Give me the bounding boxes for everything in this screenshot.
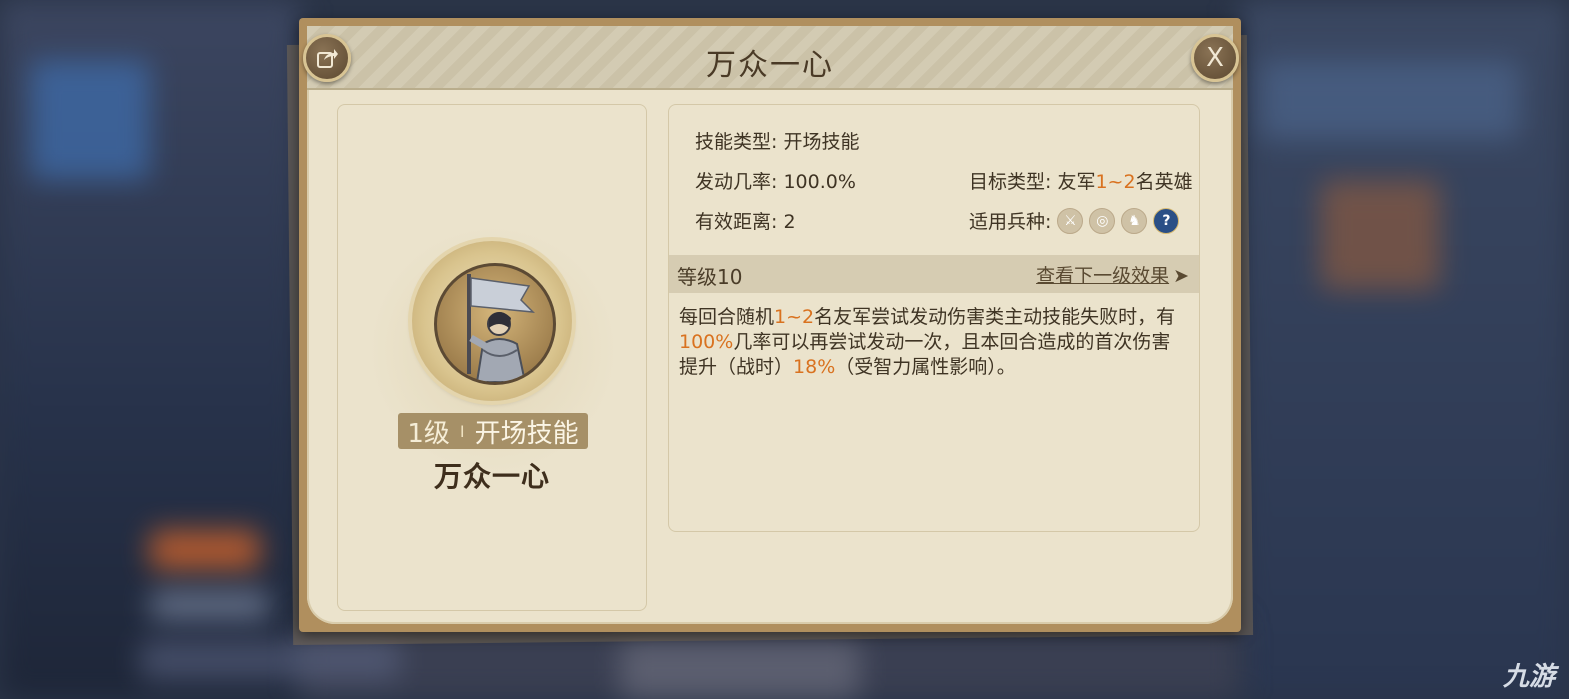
watermark-logo: 九游 — [1502, 662, 1555, 692]
target-suffix: 名英雄 — [1135, 171, 1193, 193]
description-highlight: 1~2 — [774, 306, 815, 328]
trigger-rate-value: 100.0% — [783, 171, 856, 193]
skill-level-badge: 1级 I 开场技能 — [398, 413, 588, 449]
dialog-body: 万众一心 1级 I 开场技能 万众一心 技能类型: 开场技能 发动几率: 100… — [303, 26, 1239, 624]
skill-details-panel: 技能类型: 开场技能 发动几率: 100.0% 目标类型: 友军1~2名英雄 有… — [668, 104, 1200, 532]
target-count: 1~2 — [1095, 171, 1136, 193]
skill-level-label: 等级10 — [677, 265, 743, 289]
trigger-rate-row: 发动几率: 100.0% — [695, 167, 856, 194]
effective-range-value: 2 — [783, 211, 796, 233]
description-text: （受智力属性影响）。 — [835, 356, 1016, 378]
skill-level: 1级 — [407, 418, 450, 449]
banner-knight-icon — [434, 263, 556, 385]
target-icon: ◎ — [1089, 207, 1116, 234]
horse-icon: ♞ — [1121, 207, 1148, 234]
trigger-rate-label: 发动几率: — [695, 171, 784, 193]
description-text: 每回合随机 — [679, 306, 775, 328]
close-icon: X — [1206, 43, 1224, 73]
arrow-right-icon: ➤ — [1173, 265, 1189, 287]
description-text: 名友军尝试发动伤害类主动技能失败时，有 — [814, 306, 1176, 328]
target-type-row: 目标类型: 友军1~2名英雄 — [969, 167, 1193, 194]
dialog-title: 万众一心 — [706, 48, 834, 83]
skill-icon — [412, 241, 572, 401]
sword-icon: ⚔ — [1057, 207, 1084, 234]
skill-badge-type: 开场技能 — [474, 418, 579, 449]
troop-types-row: 适用兵种: ⚔ ◎ ♞ ? — [969, 207, 1180, 234]
skill-dialog: 万众一心 1级 I 开场技能 万众一心 技能类型: 开场技能 发动几率: 100… — [299, 18, 1241, 632]
skill-description: 每回合随机1~2名友军尝试发动伤害类主动技能失败时，有100%几率可以再尝试发动… — [679, 305, 1189, 380]
badge-separator: I — [459, 421, 465, 441]
skill-portrait-panel: 1级 I 开场技能 万众一心 — [337, 104, 647, 611]
description-highlight: 18% — [793, 356, 836, 378]
share-button[interactable] — [303, 34, 351, 82]
skill-type-value: 开场技能 — [783, 131, 860, 153]
target-prefix: 友军 — [1057, 171, 1096, 193]
target-type-label: 目标类型: — [969, 171, 1058, 193]
share-icon — [317, 49, 338, 68]
skill-type-label: 技能类型: — [695, 131, 784, 153]
effective-range-row: 有效距离: 2 — [695, 207, 796, 234]
description-highlight: 100% — [679, 331, 734, 353]
skill-type-row: 技能类型: 开场技能 — [695, 127, 859, 154]
troop-types-label: 适用兵种: — [969, 211, 1052, 233]
question-icon[interactable]: ? — [1153, 207, 1180, 234]
level-bar: 等级10 查看下一级效果 ➤ — [669, 255, 1199, 293]
effective-range-label: 有效距离: — [695, 211, 784, 233]
view-next-level-link[interactable]: 查看下一级效果 ➤ — [1036, 261, 1189, 288]
view-next-level-text: 查看下一级效果 — [1036, 265, 1170, 287]
skill-name: 万众一心 — [433, 460, 550, 493]
title-bar: 万众一心 — [307, 26, 1233, 90]
close-button[interactable]: X — [1191, 34, 1239, 82]
